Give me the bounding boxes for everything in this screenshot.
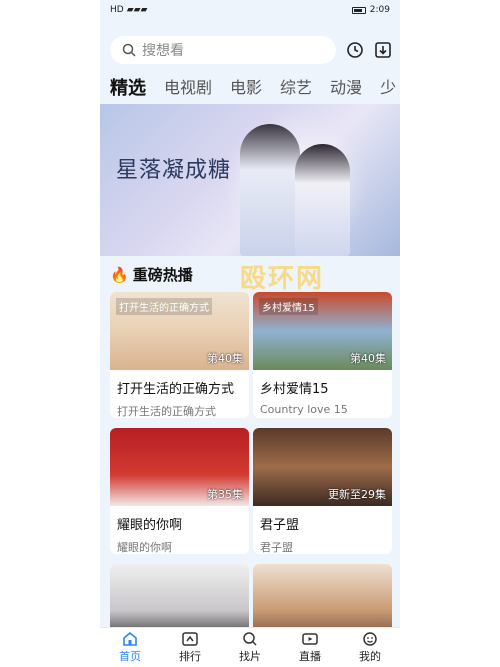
live-tv-icon — [302, 632, 318, 645]
nav-profile[interactable]: 我的 — [359, 631, 381, 664]
thumb-label: 乡村爱情15 — [259, 298, 318, 315]
show-title: 打开生活的正确方式 — [117, 382, 235, 397]
status-left: HD ▰▰▰ — [110, 5, 147, 15]
show-card[interactable]: 乡村爱情15 第40集 乡村爱情15 Country love 15 — [253, 292, 392, 418]
show-title: 耀眼的你啊 — [117, 518, 183, 533]
clock: 2:09 — [369, 5, 390, 15]
download-icon — [375, 42, 391, 58]
tab-anime[interactable]: 动漫 — [330, 74, 362, 100]
watermark: 殴环网 — [240, 264, 325, 294]
phone-screen: HD ▰▰▰ 2:09 搜想看 精选 电视剧 电影 综艺 动漫 少 星落凝成糖 — [100, 0, 400, 667]
show-card[interactable]: 第35集 耀眼的你啊 耀眼的你啊 — [110, 428, 249, 554]
tab-kids[interactable]: 少 — [380, 74, 396, 100]
status-right: 2:09 — [351, 5, 390, 15]
banner-title: 星落凝成糖 — [116, 158, 232, 183]
search-input[interactable]: 搜想看 — [110, 36, 336, 64]
bottom-nav: 首页 排行 找片 直播 我的 — [100, 627, 400, 667]
home-icon — [123, 631, 137, 646]
show-card[interactable]: 打开生活的正确方式 第40集 打开生活的正确方式 打开生活的正确方式 — [110, 292, 249, 418]
nav-discover-label: 找片 — [239, 649, 261, 663]
thumb-label: 打开生活的正确方式 — [116, 298, 212, 315]
show-card[interactable]: 更新至29集 君子盟 君子盟 — [253, 428, 392, 554]
show-thumbnail: 更新至29集 — [253, 428, 392, 506]
tab-tv[interactable]: 电视剧 — [164, 74, 212, 100]
show-grid: 打开生活的正确方式 第40集 打开生活的正确方式 打开生活的正确方式 乡村爱情1… — [110, 292, 392, 667]
signal-icon: HD — [110, 5, 124, 15]
clock-icon — [347, 42, 363, 58]
profile-icon — [363, 631, 377, 646]
show-title: 乡村爱情15 — [260, 382, 329, 397]
ranking-icon — [182, 631, 198, 646]
show-subtitle: 打开生活的正确方式 — [117, 405, 216, 418]
tab-movie[interactable]: 电影 — [230, 74, 262, 100]
nav-home-label: 首页 — [119, 649, 141, 663]
tab-featured[interactable]: 精选 — [110, 74, 146, 100]
discover-icon — [243, 631, 257, 646]
nav-live[interactable]: 直播 — [299, 632, 321, 664]
show-subtitle: 耀眼的你啊 — [117, 541, 172, 554]
show-thumbnail: 乡村爱情15 第40集 — [253, 292, 392, 370]
banner-figure-male — [240, 124, 300, 256]
show-title: 君子盟 — [260, 518, 300, 533]
episode-badge: 第40集 — [207, 352, 243, 365]
category-tabs: 精选 电视剧 电影 综艺 动漫 少 — [100, 64, 400, 100]
show-thumbnail: 打开生活的正确方式 第40集 — [110, 292, 249, 370]
section-header: 🔥 重磅热播 — [110, 264, 193, 285]
top-bar: 搜想看 — [100, 20, 400, 64]
search-placeholder: 搜想看 — [142, 43, 184, 59]
tab-variety[interactable]: 综艺 — [280, 74, 312, 100]
nav-home[interactable]: 首页 — [119, 631, 141, 664]
nav-discover[interactable]: 找片 — [239, 631, 261, 664]
nav-profile-label: 我的 — [359, 649, 381, 663]
status-bar: HD ▰▰▰ 2:09 — [100, 0, 400, 20]
nav-ranking-label: 排行 — [179, 649, 201, 663]
banner-figure-female — [295, 144, 350, 256]
section-title: 重磅热播 — [132, 266, 193, 284]
history-button[interactable] — [346, 40, 364, 60]
battery-icon — [351, 6, 366, 14]
wifi-icon: ▰▰▰ — [126, 5, 148, 15]
nav-live-label: 直播 — [299, 649, 321, 663]
episode-badge: 第35集 — [207, 488, 243, 501]
download-button[interactable] — [374, 40, 392, 60]
search-icon — [122, 43, 136, 57]
hero-banner[interactable]: 星落凝成糖 — [100, 104, 400, 256]
nav-ranking[interactable]: 排行 — [179, 631, 201, 664]
show-subtitle: Country love 15 — [260, 403, 348, 416]
show-subtitle: 君子盟 — [260, 541, 293, 554]
show-thumbnail: 第35集 — [110, 428, 249, 506]
episode-badge: 更新至29集 — [328, 488, 386, 501]
episode-badge: 第40集 — [350, 352, 386, 365]
fire-icon: 🔥 — [110, 265, 129, 284]
